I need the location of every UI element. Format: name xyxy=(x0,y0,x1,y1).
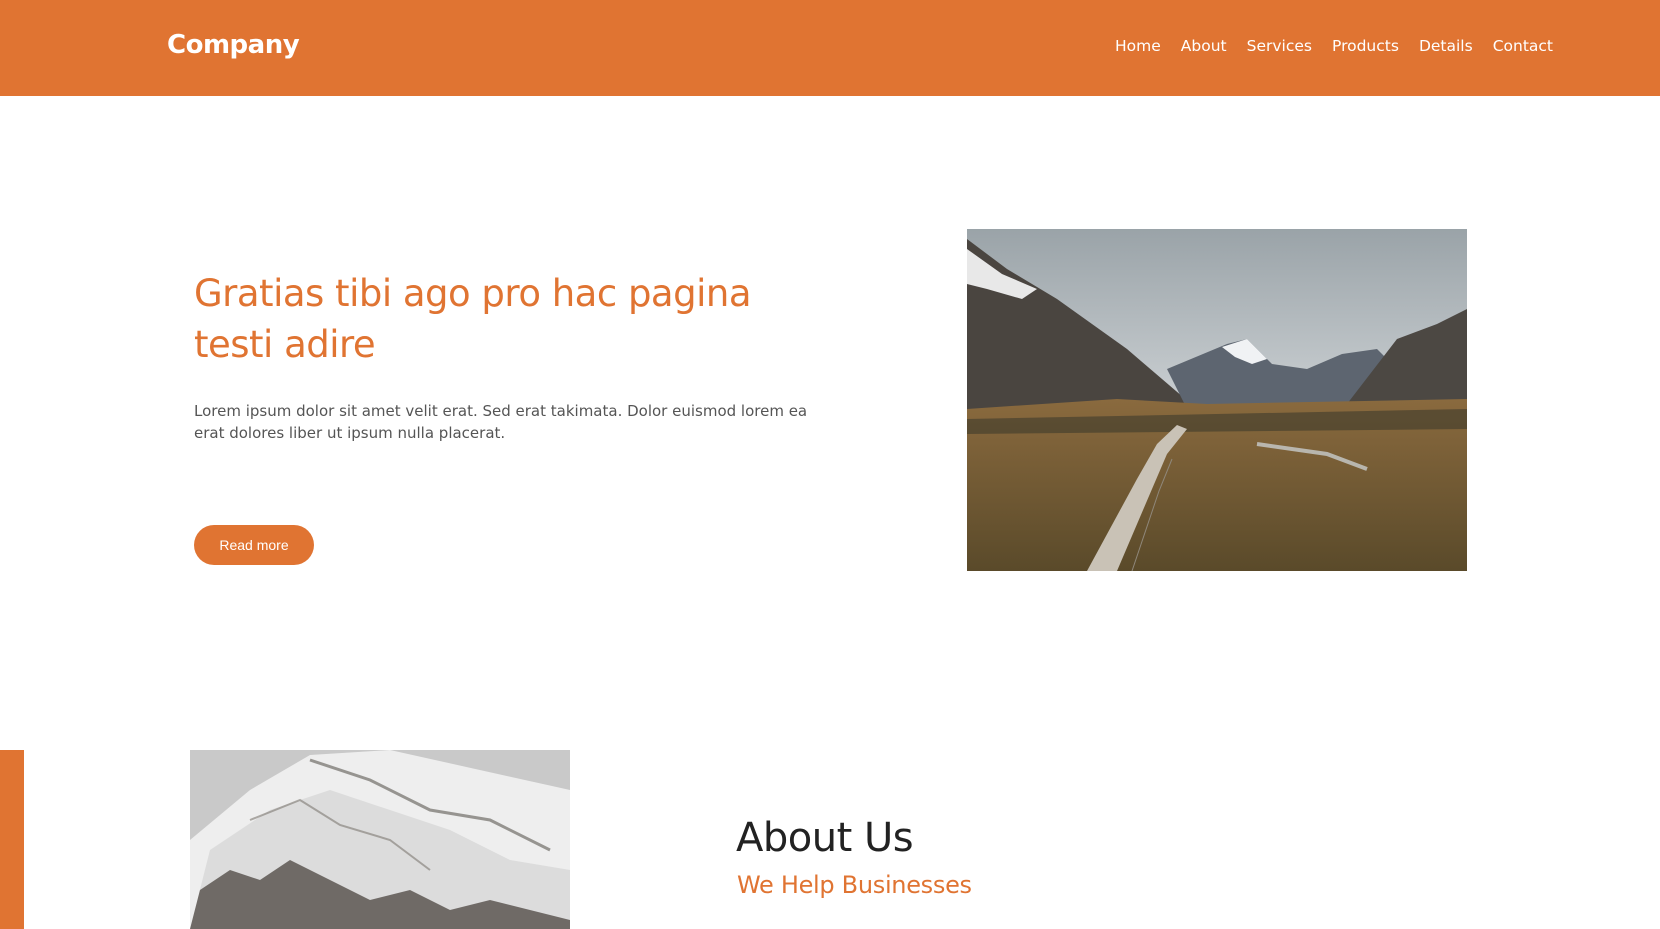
nav-link-contact[interactable]: Contact xyxy=(1493,37,1553,55)
nav-link-products[interactable]: Products xyxy=(1332,37,1399,55)
side-accent-bar xyxy=(0,750,24,929)
read-more-button[interactable]: Read more xyxy=(194,525,314,565)
snowy-mountain-photo xyxy=(190,750,570,929)
main-nav: Home About Services Products Details Con… xyxy=(1115,37,1553,55)
hero-title: Gratias tibi ago pro hac pagina testi ad… xyxy=(194,272,752,366)
nav-link-about[interactable]: About xyxy=(1181,37,1227,55)
hero-image xyxy=(967,229,1467,571)
about-title: About Us xyxy=(736,815,914,861)
nav-link-home[interactable]: Home xyxy=(1115,37,1161,55)
hero-description: Lorem ipsum dolor sit amet velit erat. S… xyxy=(194,402,808,442)
nav-link-details[interactable]: Details xyxy=(1419,37,1473,55)
mountain-valley-photo xyxy=(967,229,1467,571)
top-navbar: Company Home About Services Products Det… xyxy=(0,0,1660,96)
about-image xyxy=(190,750,570,929)
brand-logo[interactable]: Company xyxy=(167,30,300,60)
nav-link-services[interactable]: Services xyxy=(1247,37,1312,55)
about-subtitle: We Help Businesses xyxy=(737,871,972,899)
